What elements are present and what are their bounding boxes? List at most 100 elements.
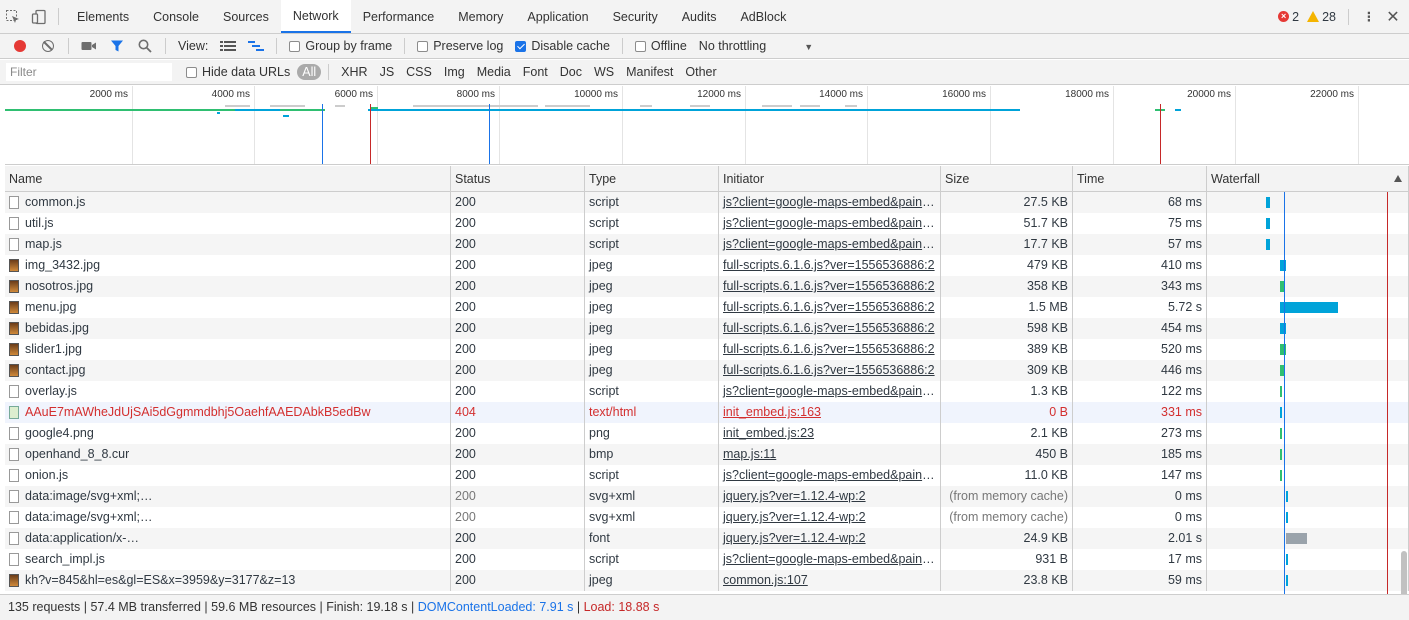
- warning-count-badge[interactable]: 28: [1307, 10, 1336, 24]
- cell-initiator[interactable]: common.js:107: [719, 570, 941, 591]
- cell-time: 273 ms: [1073, 423, 1207, 444]
- tab-elements[interactable]: Elements: [65, 0, 141, 33]
- device-toolbar-icon[interactable]: [26, 0, 52, 33]
- cell-initiator[interactable]: map.js:11: [719, 444, 941, 465]
- error-count-badge[interactable]: × 2: [1278, 10, 1299, 24]
- cell-initiator[interactable]: init_embed.js:163: [719, 402, 941, 423]
- column-header-initiator[interactable]: Initiator: [719, 166, 941, 192]
- table-row[interactable]: nosotros.jpg 200 jpeg full-scripts.6.1.6.js…: [5, 276, 1409, 297]
- close-icon[interactable]: ✕: [1385, 7, 1401, 27]
- table-row[interactable]: contact.jpg 200 jpeg full-scripts.6.1.6.js?…: [5, 360, 1409, 381]
- clear-button[interactable]: [34, 35, 62, 57]
- search-button[interactable]: [131, 35, 159, 57]
- group-by-frame-checkbox[interactable]: Group by frame: [283, 39, 398, 53]
- table-row[interactable]: data:image/svg+xml;… 200 svg+xml jquery.js?…: [5, 486, 1409, 507]
- inspect-element-icon[interactable]: [0, 0, 26, 33]
- column-header-waterfall[interactable]: Waterfall: [1207, 166, 1409, 192]
- checkbox-label: Preserve log: [433, 39, 504, 53]
- record-button[interactable]: [6, 35, 34, 57]
- table-row[interactable]: kh?v=845&hl=es&gl=ES&x=3959&y=3177&z=13 2…: [5, 570, 1409, 591]
- network-overview[interactable]: 2000 ms 4000 ms 6000 ms 8000 ms 10000 ms 1200…: [5, 86, 1409, 165]
- table-row[interactable]: img_3432.jpg 200 jpeg full-scripts.6.1.6.js…: [5, 255, 1409, 276]
- cell-initiator[interactable]: jquery.js?ver=1.12.4-wp:2: [719, 507, 941, 528]
- tab-security[interactable]: Security: [601, 0, 670, 33]
- disable-cache-checkbox[interactable]: Disable cache: [509, 39, 616, 53]
- table-row[interactable]: google4.png 200 png init_embed.js:23 2.1 KB 2…: [5, 423, 1409, 444]
- cell-initiator[interactable]: js?client=google-maps-embed&paint…: [719, 192, 941, 213]
- tab-adblock[interactable]: AdBlock: [728, 0, 798, 33]
- document-icon: [9, 511, 19, 524]
- column-header-size[interactable]: Size: [941, 166, 1073, 192]
- cell-initiator[interactable]: init_embed.js:23: [719, 423, 941, 444]
- filter-type-font[interactable]: Font: [518, 64, 553, 80]
- table-row[interactable]: overlay.js 200 script js?client=google-maps…: [5, 381, 1409, 402]
- cell-type: jpeg: [585, 297, 719, 318]
- column-header-name[interactable]: Name: [5, 166, 451, 192]
- table-row[interactable]: slider1.jpg 200 jpeg full-scripts.6.1.6.js?…: [5, 339, 1409, 360]
- cell-initiator[interactable]: js?client=google-maps-embed&paint…: [719, 381, 941, 402]
- hide-data-urls-checkbox[interactable]: Hide data URLs: [180, 65, 296, 79]
- request-name: slider1.jpg: [25, 342, 82, 356]
- filter-type-doc[interactable]: Doc: [555, 64, 587, 80]
- tab-sources[interactable]: Sources: [211, 0, 281, 33]
- throttling-select[interactable]: No throttling ▼: [693, 39, 819, 53]
- table-row[interactable]: data:image/svg+xml;… 200 svg+xml jquery.js?…: [5, 507, 1409, 528]
- more-menu-icon[interactable]: ⋮: [1361, 9, 1377, 24]
- tab-memory[interactable]: Memory: [446, 0, 515, 33]
- cell-initiator[interactable]: full-scripts.6.1.6.js?ver=1556536886:2: [719, 297, 941, 318]
- table-row[interactable]: bebidas.jpg 200 jpeg full-scripts.6.1.6.js?…: [5, 318, 1409, 339]
- cell-initiator[interactable]: full-scripts.6.1.6.js?ver=1556536886:2: [719, 255, 941, 276]
- filter-input[interactable]: [6, 63, 172, 81]
- column-header-time[interactable]: Time: [1073, 166, 1207, 192]
- cell-initiator[interactable]: jquery.js?ver=1.12.4-wp:2: [719, 528, 941, 549]
- tab-network[interactable]: Network: [280, 0, 351, 33]
- cell-initiator[interactable]: full-scripts.6.1.6.js?ver=1556536886:2: [719, 318, 941, 339]
- cell-type: text/html: [585, 402, 719, 423]
- filter-type-media[interactable]: Media: [472, 64, 516, 80]
- tab-audits[interactable]: Audits: [670, 0, 729, 33]
- tab-application[interactable]: Application: [515, 0, 600, 33]
- cell-initiator[interactable]: full-scripts.6.1.6.js?ver=1556536886:2: [719, 360, 941, 381]
- large-rows-button[interactable]: [214, 35, 242, 57]
- filter-type-css[interactable]: CSS: [401, 64, 437, 80]
- cell-size: (from memory cache): [941, 507, 1073, 528]
- cell-initiator[interactable]: js?client=google-maps-embed&paint…: [719, 549, 941, 570]
- waterfall-event-marker: [1284, 192, 1285, 594]
- filter-type-img[interactable]: Img: [439, 64, 470, 80]
- filter-type-other[interactable]: Other: [680, 64, 721, 80]
- filter-type-all[interactable]: All: [297, 64, 322, 80]
- cell-initiator[interactable]: js?client=google-maps-embed&paint…: [719, 465, 941, 486]
- column-header-label: Type: [589, 172, 617, 186]
- preserve-log-checkbox[interactable]: Preserve log: [411, 39, 509, 53]
- cell-initiator[interactable]: full-scripts.6.1.6.js?ver=1556536886:2: [719, 339, 941, 360]
- table-row[interactable]: map.js 200 script js?client=google-maps-emb…: [5, 234, 1409, 255]
- filter-toggle-button[interactable]: [103, 35, 131, 57]
- table-row[interactable]: search_impl.js 200 script js?client=google-…: [5, 549, 1409, 570]
- table-row[interactable]: onion.js 200 script js?client=google-maps-e…: [5, 465, 1409, 486]
- cell-type: jpeg: [585, 255, 719, 276]
- filter-type-js[interactable]: JS: [375, 64, 400, 80]
- table-row[interactable]: util.js 200 script js?client=google-maps-em…: [5, 213, 1409, 234]
- cell-initiator[interactable]: jquery.js?ver=1.12.4-wp:2: [719, 486, 941, 507]
- offline-checkbox[interactable]: Offline: [629, 39, 693, 53]
- filter-type-xhr[interactable]: XHR: [336, 64, 372, 80]
- filter-type-ws[interactable]: WS: [589, 64, 619, 80]
- tab-console[interactable]: Console: [141, 0, 211, 33]
- table-row[interactable]: AAuE7mAWheJdUjSAi5dGgmmdbhj5OaehfAAEDAbk…: [5, 402, 1409, 423]
- screenshots-button[interactable]: [75, 35, 103, 57]
- cell-initiator[interactable]: js?client=google-maps-embed&paint…: [719, 234, 941, 255]
- scrollbar[interactable]: [1401, 551, 1407, 594]
- column-header-status[interactable]: Status: [451, 166, 585, 192]
- request-name: bebidas.jpg: [25, 321, 89, 335]
- tab-performance[interactable]: Performance: [351, 0, 447, 33]
- table-row[interactable]: menu.jpg 200 jpeg full-scripts.6.1.6.js?ver…: [5, 297, 1409, 318]
- cell-name: search_impl.js: [5, 549, 451, 570]
- cell-initiator[interactable]: full-scripts.6.1.6.js?ver=1556536886:2: [719, 276, 941, 297]
- table-row[interactable]: data:application/x-… 200 font jquery.js?ver…: [5, 528, 1409, 549]
- table-row[interactable]: common.js 200 script js?client=google-maps-…: [5, 192, 1409, 213]
- overview-toggle-button[interactable]: [242, 35, 270, 57]
- column-header-type[interactable]: Type: [585, 166, 719, 192]
- table-row[interactable]: openhand_8_8.cur 200 bmp map.js:11 450 B 185 …: [5, 444, 1409, 465]
- cell-initiator[interactable]: js?client=google-maps-embed&paint…: [719, 213, 941, 234]
- filter-type-manifest[interactable]: Manifest: [621, 64, 678, 80]
